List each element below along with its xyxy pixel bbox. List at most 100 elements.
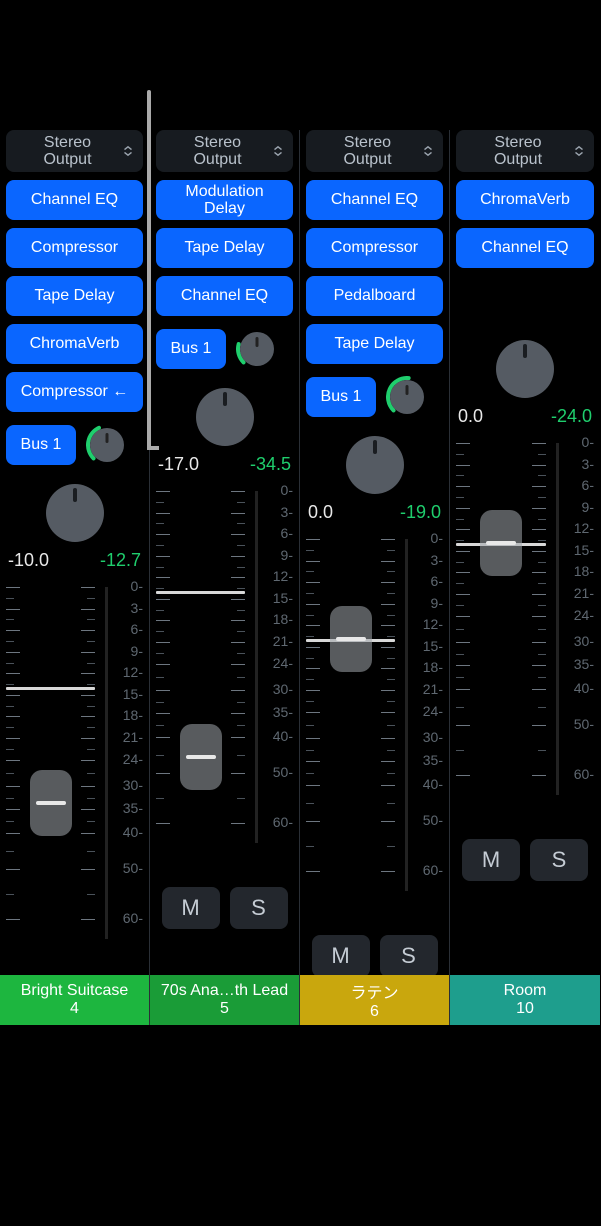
scale-label: 9-	[265, 547, 293, 563]
pan-knob[interactable]	[46, 484, 104, 542]
scale-label: 12-	[265, 568, 293, 584]
send-knob[interactable]	[86, 424, 128, 466]
output-label: Stereo Output	[464, 134, 572, 168]
scale-label: 21-	[265, 633, 293, 649]
scale-label: 24-	[415, 703, 443, 719]
solo-button[interactable]: S	[380, 935, 438, 977]
scale-label: 50-	[115, 860, 143, 876]
fader-thumb[interactable]	[330, 606, 372, 672]
send-bus[interactable]: Bus 1	[156, 329, 226, 369]
scale-label: 15-	[566, 542, 594, 558]
channel-strip-4: Stereo Output ChromaVerb Channel EQ 0.0-24.…	[450, 130, 600, 1025]
send-knob[interactable]	[236, 328, 278, 370]
scale-label: 40-	[415, 776, 443, 792]
fader-value: -10.0	[8, 550, 49, 571]
fader-track[interactable]	[306, 539, 395, 891]
scale-label: 9-	[566, 499, 594, 515]
fx-slot[interactable]: Compressor ←	[6, 372, 143, 412]
callout-line	[147, 90, 151, 450]
scale-label: 30-	[415, 729, 443, 745]
meter-value: -19.0	[400, 502, 441, 523]
scale-label: 3-	[415, 552, 443, 568]
scale-label: 50-	[415, 812, 443, 828]
scale-label: 12-	[566, 520, 594, 536]
output-select[interactable]: Stereo Output	[456, 130, 594, 172]
level-readout: -17.0-34.5	[156, 454, 293, 475]
send-row	[456, 276, 594, 326]
output-select[interactable]: Stereo Output	[156, 130, 293, 172]
send-bus[interactable]: Bus 1	[306, 377, 376, 417]
track-name[interactable]: 70s Ana…th Lead5	[150, 975, 299, 1025]
fader-area: 0-3-6-9-12-15-18-21-24-30-35-40-50-60-	[306, 529, 443, 891]
output-select[interactable]: Stereo Output	[6, 130, 143, 172]
pan-knob[interactable]	[346, 436, 404, 494]
scale-label: 40-	[566, 680, 594, 696]
channel-strip-3: Stereo Output Channel EQ Compressor Pedalbo…	[300, 130, 450, 1025]
pan-knob[interactable]	[196, 388, 254, 446]
fader-track[interactable]	[156, 491, 245, 843]
fx-slot[interactable]: Channel EQ	[156, 276, 293, 316]
updown-icon	[121, 144, 135, 158]
fader-thumb[interactable]	[180, 724, 222, 790]
fader-thumb[interactable]	[480, 510, 522, 576]
pan-knob[interactable]	[496, 340, 554, 398]
scale-label: 0-	[115, 578, 143, 594]
scale-label: 18-	[415, 659, 443, 675]
mute-button[interactable]: M	[312, 935, 370, 977]
output-select[interactable]: Stereo Output	[306, 130, 443, 172]
level-readout: 0.0-24.0	[456, 406, 594, 427]
fader-value: 0.0	[458, 406, 483, 427]
scale-label: 6-	[566, 477, 594, 493]
level-readout: 0.0 -19.0	[306, 502, 443, 523]
fader-thumb[interactable]	[30, 770, 72, 836]
output-label: Stereo Output	[164, 134, 271, 168]
track-name[interactable]: Room10	[450, 975, 600, 1025]
fader-track[interactable]	[6, 587, 95, 939]
scale-label: 35-	[566, 656, 594, 672]
fx-slot[interactable]: Modulation Delay	[156, 180, 293, 220]
fx-slot[interactable]: Channel EQ	[6, 180, 143, 220]
fx-slot[interactable]: Tape Delay	[6, 276, 143, 316]
scale-label: 60-	[566, 766, 594, 782]
track-name[interactable]: Bright Suitcase4	[0, 975, 149, 1025]
fx-slot[interactable]: Pedalboard	[306, 276, 443, 316]
send-knob[interactable]	[386, 376, 428, 418]
meter-value: -12.7	[100, 550, 141, 571]
fx-slot[interactable]: Tape Delay	[156, 228, 293, 268]
fx-slot[interactable]: Channel EQ	[456, 228, 594, 268]
scale-label: 0-	[566, 434, 594, 450]
fx-slot[interactable]: Channel EQ	[306, 180, 443, 220]
scale-label: 6-	[415, 573, 443, 589]
scale-label: 0-	[415, 530, 443, 546]
updown-icon	[421, 144, 435, 158]
scale-label: 12-	[115, 664, 143, 680]
send-row: Bus 1	[156, 324, 293, 374]
fx-slot[interactable]: Tape Delay	[306, 324, 443, 364]
solo-button[interactable]: S	[230, 887, 288, 929]
updown-icon	[572, 144, 586, 158]
scale-label: 21-	[115, 729, 143, 745]
meter: 0-3-6-9-12-15-18-21-24-30-35-40-50-60-	[550, 443, 594, 795]
fader-track[interactable]	[456, 443, 546, 795]
fader-value: 0.0	[308, 502, 333, 523]
scale-label: 35-	[115, 800, 143, 816]
mute-button[interactable]: M	[462, 839, 520, 881]
fader-area: 0-3-6-9-12-15-18-21-24-30-35-40-50-60-	[456, 433, 594, 795]
fx-slot[interactable]: ChromaVerb	[456, 180, 594, 220]
scale-label: 18-	[265, 611, 293, 627]
track-name[interactable]: ラテン6	[300, 975, 449, 1025]
solo-button[interactable]: S	[530, 839, 588, 881]
scale-label: 60-	[115, 910, 143, 926]
send-row: Bus 1	[6, 420, 143, 470]
scale-label: 6-	[265, 525, 293, 541]
fx-slot[interactable]: Compressor	[6, 228, 143, 268]
scale-label: 9-	[115, 643, 143, 659]
channel-strip-2: Stereo Output Modulation Delay Tape Delay C…	[150, 130, 300, 1025]
send-row: Bus 1	[306, 372, 443, 422]
scale-label: 6-	[115, 621, 143, 637]
fx-slot[interactable]: ChromaVerb	[6, 324, 143, 364]
mute-button[interactable]: M	[162, 887, 220, 929]
fx-slot[interactable]: Compressor	[306, 228, 443, 268]
scale-label: 24-	[566, 607, 594, 623]
send-bus[interactable]: Bus 1	[6, 425, 76, 465]
